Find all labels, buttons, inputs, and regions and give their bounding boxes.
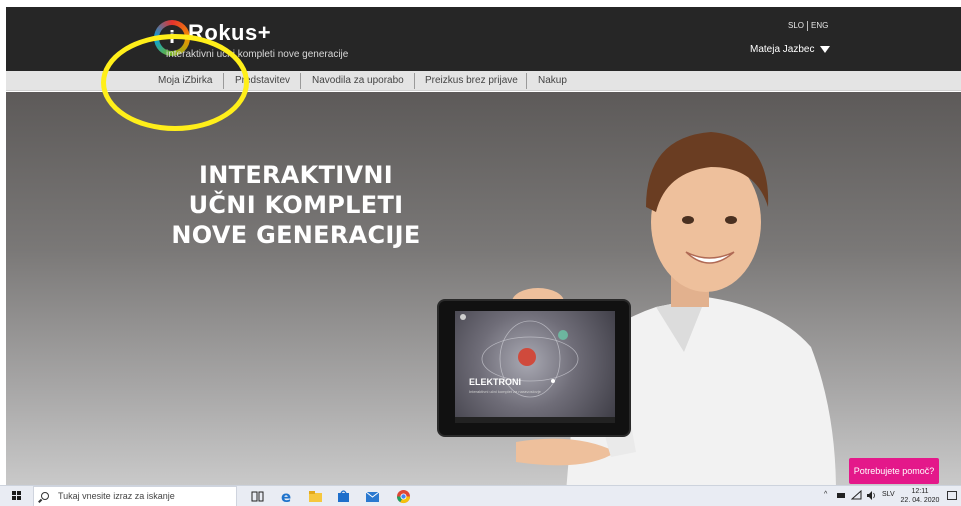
lang-slo-link[interactable]: SLO (788, 21, 804, 30)
lang-divider (807, 21, 809, 31)
search-placeholder: Tukaj vnesite izraz za iskanje (58, 491, 175, 501)
hero-headline: INTERAKTIVNI UČNI KOMPLETI NOVE GENERACI… (146, 160, 446, 250)
svg-text:e: e (281, 489, 291, 504)
annotation-circle (101, 34, 249, 131)
nav-item-nakup[interactable]: Nakup (538, 74, 567, 88)
nav-divider (300, 73, 301, 89)
tablet-title: ELEKTRONI (469, 377, 522, 387)
nav-item-navodila[interactable]: Navodila za uporabo (312, 74, 404, 88)
edge-browser-icon[interactable]: e (280, 489, 295, 504)
battery-icon[interactable] (836, 490, 847, 501)
chevron-up-icon[interactable]: ^ (824, 491, 827, 498)
search-icon (41, 492, 49, 500)
notification-icon[interactable] (947, 491, 957, 500)
hero-line-1: INTERAKTIVNI (199, 161, 393, 189)
mail-icon[interactable] (365, 489, 380, 504)
logo-plus: + (257, 20, 272, 45)
taskbar-clock[interactable]: 12:11 22. 04. 2020 (900, 487, 940, 505)
taskbar-search-input[interactable]: Tukaj vnesite izraz za iskanje (33, 486, 237, 506)
file-explorer-icon[interactable] (308, 489, 323, 504)
atom-graphic (460, 314, 579, 398)
task-view-icon[interactable] (250, 489, 265, 504)
clock-date: 22. 04. 2020 (900, 497, 940, 504)
hero-banner: INTERAKTIVNI UČNI KOMPLETI NOVE GENERACI… (6, 92, 961, 485)
lang-eng-link[interactable]: ENG (811, 21, 828, 30)
tablet-screen: ELEKTRONI Interaktivni učni komplet za n… (455, 311, 615, 423)
network-icon[interactable] (851, 490, 862, 501)
tablet-control-bar (455, 417, 615, 423)
input-language[interactable]: SLV (882, 491, 895, 498)
store-icon[interactable] (336, 489, 351, 504)
user-menu[interactable]: Mateja Jazbec (750, 44, 831, 55)
help-button[interactable]: Potrebujete pomoč? (849, 458, 939, 484)
user-name: Mateja Jazbec (750, 44, 815, 55)
browser-page: i Rokus+ interaktivni učni kompleti nove… (6, 7, 961, 485)
hero-line-2: UČNI KOMPLETI (188, 191, 404, 219)
nav-item-preizkus[interactable]: Preizkus brez prijave (425, 74, 518, 88)
tablet-device: ELEKTRONI Interaktivni učni komplet za n… (437, 299, 631, 437)
nav-divider (526, 73, 527, 89)
chrome-icon[interactable] (396, 489, 411, 504)
volume-icon[interactable] (866, 490, 877, 501)
tablet-caption: Interaktivni učni komplet za naravoslovj… (469, 389, 541, 394)
chevron-down-icon (820, 45, 831, 53)
language-switcher: SLO ENG (788, 21, 828, 31)
windows-taskbar: Tukaj vnesite izraz za iskanje e ^ SLV 1… (0, 485, 961, 506)
nav-divider (414, 73, 415, 89)
hero-line-3: NOVE GENERACIJE (171, 221, 421, 249)
clock-time: 12:11 (911, 488, 929, 495)
windows-start-icon[interactable] (12, 491, 22, 501)
